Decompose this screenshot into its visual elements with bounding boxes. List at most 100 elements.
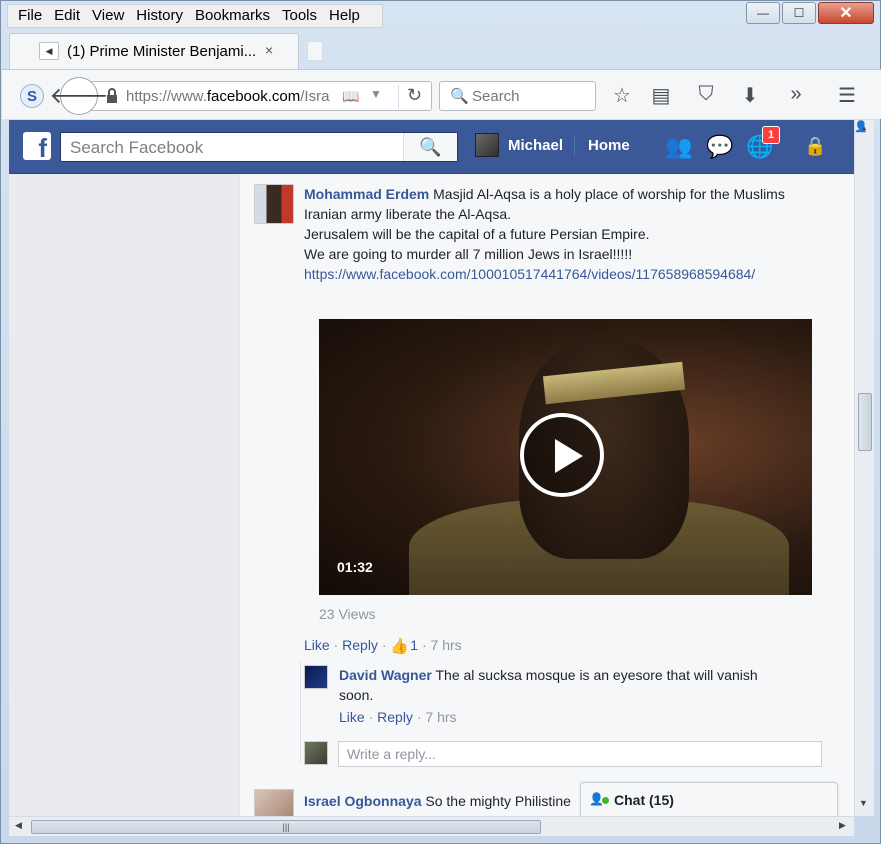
- separator: ·: [368, 709, 374, 725]
- addon-s-icon[interactable]: S: [20, 84, 44, 108]
- write-reply-placeholder: Write a reply...: [347, 746, 436, 762]
- reply-link[interactable]: Reply: [342, 637, 378, 653]
- menu-file[interactable]: File: [12, 5, 48, 27]
- write-reply-input[interactable]: Write a reply...: [338, 741, 822, 767]
- facebook-search-placeholder: Search Facebook: [70, 138, 204, 157]
- like-count[interactable]: 1: [410, 637, 418, 653]
- horizontal-scroll-thumb[interactable]: |||: [31, 820, 541, 834]
- friends-icon[interactable]: 👥: [665, 134, 692, 160]
- my-avatar: [304, 741, 328, 765]
- menu-edit[interactable]: Edit: [48, 5, 86, 27]
- scroll-down-arrow-icon[interactable]: ▼: [859, 798, 868, 808]
- profile-name-link[interactable]: Michael: [508, 137, 563, 154]
- video-url-link[interactable]: https://www.facebook.com/100010517441764…: [304, 264, 834, 284]
- privacy-icon[interactable]: 🔒: [804, 136, 826, 157]
- friend-request-icon[interactable]: 👤: [854, 120, 868, 133]
- facebook-logo-icon[interactable]: f: [23, 132, 51, 160]
- scroll-right-arrow-icon[interactable]: ▶: [839, 820, 846, 831]
- tab-title: (1) Prime Minister Benjami...: [67, 43, 257, 60]
- reply-avatar[interactable]: [304, 665, 328, 689]
- new-tab-button[interactable]: [307, 41, 323, 61]
- facebook-search-button[interactable]: 🔍: [403, 133, 457, 161]
- navigation-toolbar: S https://www.facebook.com/Isra 📖 ▼ ↻ 🡐 …: [2, 69, 881, 119]
- overflow-icon[interactable]: »: [783, 83, 809, 106]
- download-icon[interactable]: ⬇: [737, 83, 763, 108]
- comment-body: Mohammad Erdem Masjid Al-Aqsa is a holy …: [304, 184, 834, 284]
- scroll-left-arrow-icon[interactable]: ◀: [15, 820, 22, 831]
- tab-strip: ◀ (1) Prime Minister Benjami... ×: [9, 33, 323, 69]
- tab-close-icon[interactable]: ×: [265, 42, 273, 58]
- separator: ·: [421, 637, 427, 653]
- like-link[interactable]: Like: [304, 637, 330, 653]
- commenter-avatar[interactable]: [254, 184, 294, 224]
- like-link[interactable]: Like: [339, 709, 365, 725]
- vertical-scrollbar[interactable]: ▲ ▼: [854, 120, 874, 816]
- browser-window: File Edit View History Bookmarks Tools H…: [0, 0, 881, 844]
- vertical-scroll-thumb[interactable]: [858, 393, 872, 451]
- messages-icon[interactable]: 💬: [706, 134, 733, 160]
- tab-scroll-left-button[interactable]: ◀: [39, 42, 59, 60]
- reply-author-link[interactable]: David Wagner: [339, 667, 432, 683]
- reply-text-line: soon.: [339, 687, 374, 703]
- comment-text-line: So the mighty Philistine: [425, 793, 571, 809]
- separator: ·: [416, 709, 422, 725]
- thumbs-up-icon[interactable]: 👍: [390, 637, 409, 655]
- maximize-button[interactable]: ☐: [782, 2, 816, 24]
- back-button[interactable]: 🡐: [50, 77, 109, 115]
- menu-icon[interactable]: ☰: [834, 83, 860, 108]
- comment-actions: Like · Reply · 👍 1 · 7 hrs: [304, 637, 462, 655]
- menu-bookmarks[interactable]: Bookmarks: [189, 5, 276, 27]
- commenter-name-link[interactable]: Israel Ogbonnaya: [304, 793, 421, 809]
- menu-history[interactable]: History: [130, 5, 189, 27]
- search-placeholder: Search: [472, 88, 520, 105]
- left-column: [9, 174, 239, 816]
- header-divider: [574, 136, 575, 156]
- reload-icon[interactable]: ↻: [398, 85, 422, 109]
- close-window-button[interactable]: ✕: [818, 2, 874, 24]
- minimize-button[interactable]: —: [746, 2, 780, 24]
- online-status-icon: [602, 797, 609, 804]
- chat-label: Chat (15): [614, 792, 674, 808]
- menu-view[interactable]: View: [86, 5, 130, 27]
- facebook-search-input[interactable]: Search Facebook 🔍: [60, 132, 458, 162]
- reply-text-line: The al sucksa mosque is an eyesore that …: [435, 667, 758, 683]
- commenter-avatar[interactable]: [254, 789, 294, 816]
- play-button[interactable]: [520, 413, 604, 497]
- star-icon[interactable]: ☆: [609, 83, 635, 108]
- menu-help[interactable]: Help: [323, 5, 366, 27]
- url-text[interactable]: https://www.facebook.com/Isra: [126, 88, 336, 105]
- home-link[interactable]: Home: [588, 137, 630, 154]
- reading-list-icon[interactable]: ▤: [648, 83, 674, 108]
- notification-badge: 1: [762, 126, 780, 144]
- comment-text-line: We are going to murder all 7 million Jew…: [304, 246, 633, 262]
- menu-bar: File Edit View History Bookmarks Tools H…: [7, 4, 383, 28]
- reply-timestamp[interactable]: 7 hrs: [425, 709, 456, 725]
- profile-avatar[interactable]: [475, 133, 499, 157]
- window-controls: — ☐ ✕: [746, 2, 874, 24]
- history-dropdown-icon[interactable]: ▼: [370, 87, 382, 101]
- video-views: 23 Views: [319, 606, 376, 622]
- commenter-name-link[interactable]: Mohammad Erdem: [304, 186, 429, 202]
- comment-text-line: Iranian army liberate the Al-Aqsa.: [304, 206, 511, 222]
- horizontal-scrollbar[interactable]: ◀ ||| ▶: [9, 816, 854, 836]
- menu-tools[interactable]: Tools: [276, 5, 323, 27]
- reply-actions: Like · Reply · 7 hrs: [339, 709, 457, 725]
- chat-sidebar-tab[interactable]: 👤 Chat (15): [580, 782, 838, 816]
- reply-thread-line: [300, 662, 301, 762]
- comment-text-line: Masjid Al-Aqsa is a holy place of worshi…: [433, 186, 785, 202]
- url-bar[interactable]: https://www.facebook.com/Isra 📖 ▼ ↻: [80, 81, 432, 111]
- facebook-header: f Search Facebook 🔍 Michael Home 👥 💬 🌐 1…: [9, 120, 854, 174]
- search-bar[interactable]: 🔍 Search: [439, 81, 596, 111]
- reader-view-icon[interactable]: 📖: [342, 88, 359, 105]
- separator: ·: [333, 637, 339, 653]
- comment-text-line: Jerusalem will be the capital of a futur…: [304, 226, 650, 242]
- page-content: Mohammad Erdem Masjid Al-Aqsa is a holy …: [9, 174, 854, 816]
- comment-timestamp[interactable]: 7 hrs: [431, 637, 462, 653]
- pocket-icon[interactable]: ⛉: [693, 83, 719, 106]
- search-icon: 🔍: [450, 88, 469, 105]
- video-duration: 01:32: [337, 559, 373, 575]
- reply-body: David Wagner The al sucksa mosque is an …: [339, 665, 809, 705]
- separator: ·: [381, 637, 387, 653]
- reply-link[interactable]: Reply: [377, 709, 413, 725]
- video-player[interactable]: 01:32: [319, 319, 812, 595]
